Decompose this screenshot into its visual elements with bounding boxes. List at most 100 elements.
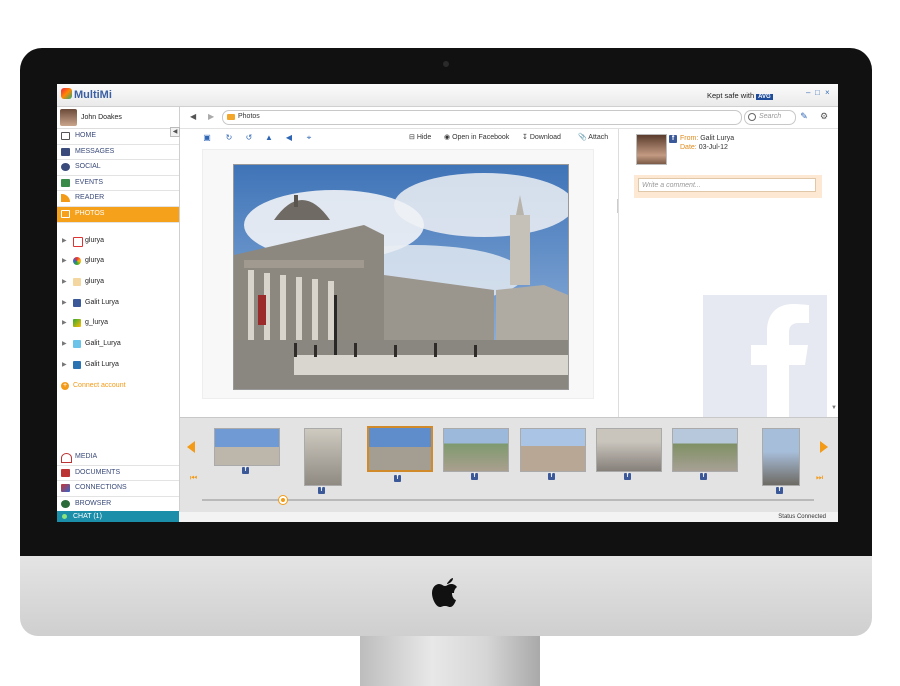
next-photo-button[interactable] (820, 441, 828, 453)
expand-icon[interactable]: ▶ (62, 272, 67, 293)
photo-info-panel: f From: Galit Lurya Date: 03-Jul-12 Writ… (618, 129, 838, 417)
thumbnail-4[interactable] (443, 428, 509, 472)
nav-item-photos[interactable]: PHOTOS (57, 206, 179, 223)
network-icon (61, 484, 70, 493)
close-button[interactable]: × (825, 88, 830, 97)
download-button[interactable]: ↧ Download (522, 133, 561, 141)
expand-icon[interactable]: ▶ (62, 231, 67, 252)
document-icon (61, 468, 70, 477)
date-line: Date: 03-Jul-12 (680, 144, 728, 151)
facebook-icon: f (700, 473, 707, 480)
account-list: ▶ glurya ▶ glurya ▶ glurya ▶ Galit Lurya ▶ g_… (57, 223, 179, 394)
app-logo: MultiMi (61, 88, 112, 101)
calendar-icon (61, 178, 70, 187)
account-facebook[interactable]: ▶ Galit Lurya (57, 293, 179, 314)
thumbnail-7[interactable] (672, 428, 738, 472)
date-value: 03-Jul-12 (698, 144, 728, 151)
avatar (60, 109, 77, 126)
filmstrip: ⏮ ⏭ f f f f f f f f (180, 417, 838, 512)
rss-icon (61, 194, 70, 203)
account-gmail[interactable]: ▶ glurya (57, 231, 179, 252)
picasa-icon (73, 257, 81, 266)
compose-icon[interactable]: ✎ (799, 111, 809, 121)
nav-item-messages[interactable]: MESSAGES (57, 145, 179, 161)
nav-item-events[interactable]: EVENTS (57, 176, 179, 192)
maximize-button[interactable]: □ (815, 88, 820, 97)
filmstrip-scroll-handle[interactable] (278, 495, 288, 505)
crop-icon[interactable]: ⌖ (304, 133, 314, 143)
previous-photo-button[interactable] (187, 441, 195, 453)
flickr-icon (73, 277, 81, 286)
nav-item-documents[interactable]: DOCUMENTS (57, 466, 179, 482)
settings-icon[interactable]: ⚙ (819, 111, 829, 121)
thumbnail-1[interactable] (214, 428, 280, 466)
address-bar: ◀ ▶ Photos Search ✎ ⚙ (180, 107, 838, 129)
attach-button[interactable]: 📎 Attach (578, 133, 608, 141)
back-button[interactable]: ◀ (190, 112, 196, 121)
nav-item-connections[interactable]: CONNECTIONS (57, 481, 179, 497)
expand-icon[interactable]: ▶ (62, 355, 67, 376)
title-bar: MultiMi Kept safe with AVG – □ × (57, 84, 838, 107)
nav-item-social[interactable]: SOCIAL (57, 160, 179, 176)
user-profile[interactable]: John Doakes (57, 107, 179, 129)
account-linkedin[interactable]: ▶ Galit Lurya (57, 355, 179, 376)
kept-safe-label: Kept safe with (707, 91, 755, 100)
avg-logo: AVG (756, 94, 773, 100)
flip-vertical-icon[interactable]: ▲ (264, 133, 274, 142)
expand-icon[interactable]: ▶ (62, 313, 67, 334)
facebook-icon (73, 298, 81, 307)
thumbnail-5[interactable] (520, 428, 586, 472)
search-input[interactable]: Search (744, 110, 796, 125)
nav-item-media[interactable]: MEDIA (57, 450, 179, 466)
nav-item-home[interactable]: HOME (57, 129, 179, 145)
expand-icon[interactable]: ▶ (62, 293, 67, 314)
nav-item-reader[interactable]: READER (57, 191, 179, 207)
first-photo-button[interactable]: ⏮ (190, 473, 197, 483)
forward-button[interactable]: ▶ (208, 112, 214, 121)
twitter-icon (73, 340, 81, 348)
logo-icon (61, 88, 72, 99)
comment-input[interactable]: Write a comment... (638, 178, 816, 192)
open-in-facebook-button[interactable]: ◉ Open in Facebook (444, 133, 509, 141)
chat-bar[interactable]: CHAT (1) (57, 511, 179, 522)
from-value[interactable]: Galit Lurya (700, 135, 734, 142)
thumbnail-6[interactable] (596, 428, 662, 472)
flip-horizontal-icon[interactable]: ◀ (284, 133, 294, 142)
app-name: MultiMi (74, 89, 112, 101)
home-icon (61, 132, 70, 140)
thumbnail-8[interactable] (762, 428, 800, 486)
connect-account-link[interactable]: + Connect account (57, 379, 179, 393)
filmstrip-scrollbar[interactable] (202, 499, 814, 501)
thumbnail-2[interactable] (304, 428, 342, 486)
main-photo[interactable] (233, 164, 569, 390)
main-area: ◀ ▶ Photos Search ✎ ⚙ ▣ ↻ ↺ ▲ ◀ ⌖ ⊟ Hide… (180, 107, 838, 512)
folder-icon (227, 114, 235, 120)
last-photo-button[interactable]: ⏭ (816, 473, 823, 483)
facebook-icon: f (548, 473, 555, 480)
linkedin-icon (73, 360, 81, 369)
hide-button[interactable]: ⊟ Hide (409, 133, 431, 141)
save-icon[interactable]: ▣ (202, 133, 212, 142)
account-twitter[interactable]: ▶ Galit_Lurya (57, 334, 179, 355)
account-gmail-2[interactable]: ▶ g_lurya (57, 313, 179, 334)
scroll-down-icon[interactable]: ▼ (831, 405, 837, 411)
mail-icon (73, 319, 81, 328)
search-placeholder: Search (759, 113, 782, 120)
account-picasa[interactable]: ▶ glurya (57, 251, 179, 272)
rotate-right-icon[interactable]: ↻ (224, 133, 234, 142)
minimize-button[interactable]: – (806, 88, 810, 97)
from-line: From: Galit Lurya (680, 135, 735, 142)
camera-icon (443, 61, 449, 67)
facebook-icon: f (318, 487, 325, 494)
account-flickr[interactable]: ▶ glurya (57, 272, 179, 293)
expand-icon[interactable]: ▶ (62, 334, 67, 355)
path-field[interactable]: Photos (222, 110, 742, 125)
rotate-left-icon[interactable]: ↺ (244, 133, 254, 142)
search-icon (748, 113, 756, 121)
globe-icon (61, 499, 70, 508)
thumbnail-3-selected[interactable] (367, 426, 433, 472)
facebook-watermark-icon (703, 295, 827, 417)
expand-icon[interactable]: ▶ (62, 251, 67, 272)
path-text: Photos (238, 113, 260, 120)
status-text: Status Connected (778, 514, 826, 520)
